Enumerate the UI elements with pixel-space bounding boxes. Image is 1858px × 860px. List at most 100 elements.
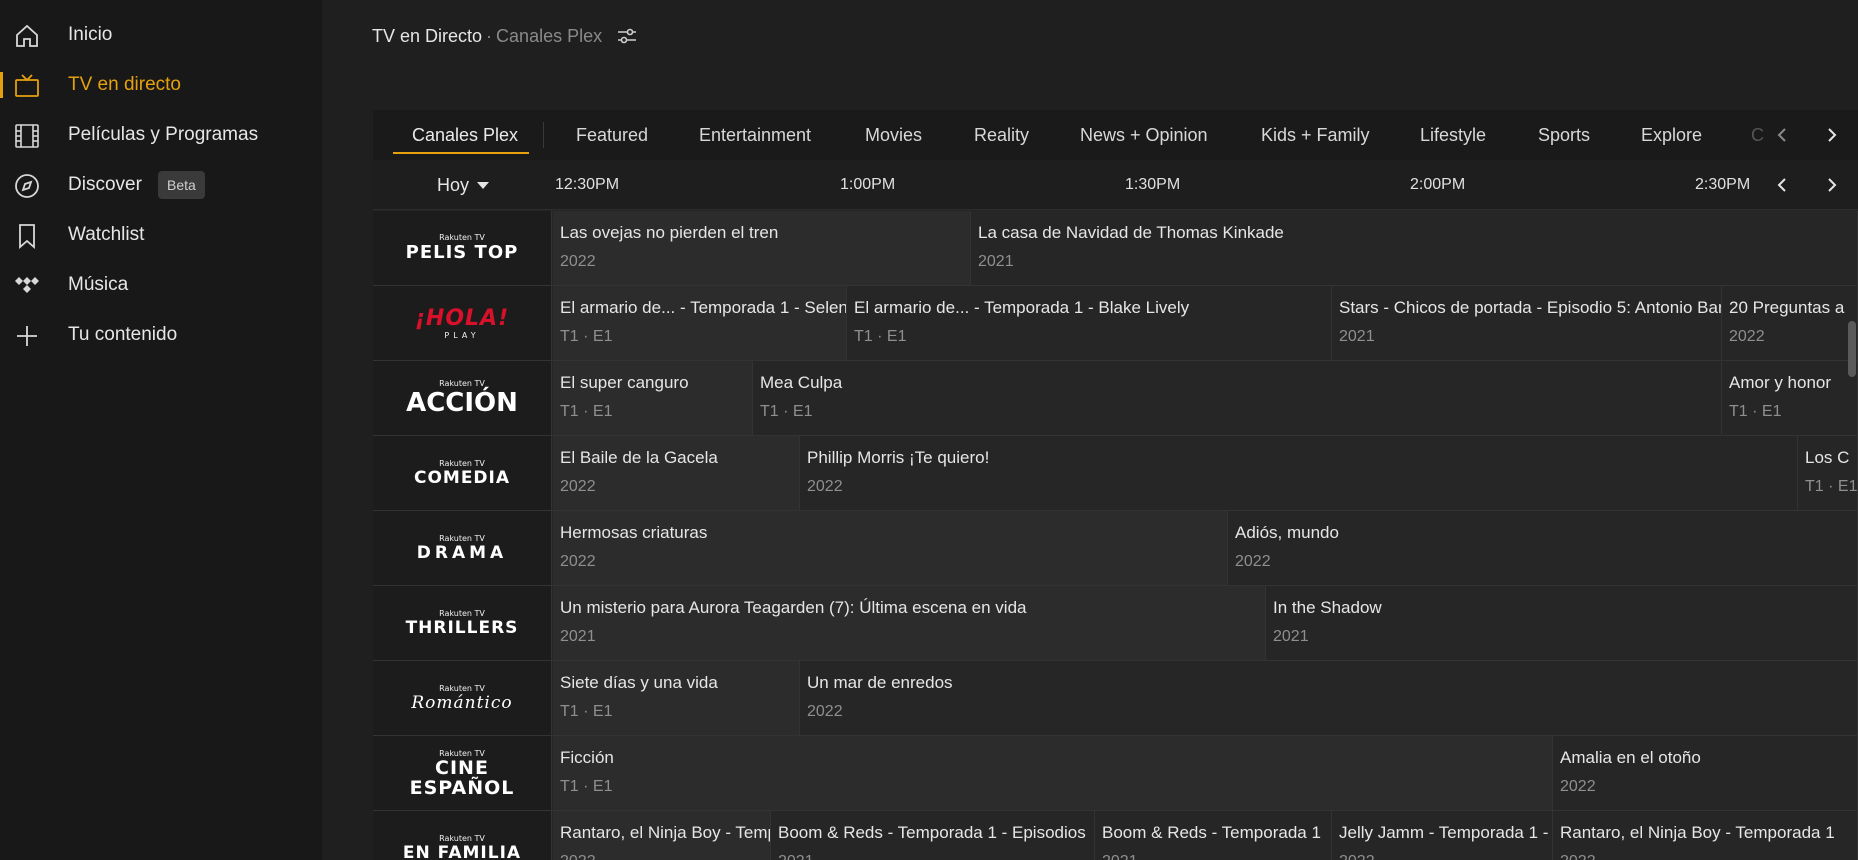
program-cell[interactable]: 20 Preguntas a 2022 [1722, 286, 1858, 360]
program-cell[interactable]: Ficción T1 · E1 [553, 736, 1553, 810]
program-cell[interactable]: El super canguro T1 · E1 [553, 361, 753, 435]
beta-badge: Beta [158, 171, 205, 199]
channel-logo[interactable]: Rakuten TV COMEDIA [373, 436, 552, 510]
program-cell[interactable]: In the Shadow 2021 [1266, 586, 1858, 660]
program-cell[interactable]: Mea Culpa T1 · E1 [753, 361, 1722, 435]
sidebar-item-tv-en-directo[interactable]: TV en directo [0, 60, 322, 110]
logo-brand: Rakuten TV [439, 378, 485, 388]
program-meta: 2022 [807, 703, 843, 720]
program-cell[interactable]: Rantaro, el Ninja Boy - Temporada 1 2022 [553, 811, 771, 860]
home-icon [13, 22, 41, 50]
channel-logo[interactable]: ¡HOLA! PLAY [373, 286, 552, 360]
program-meta: 2021 [778, 853, 814, 860]
logo-title: EN FAMILIA [402, 842, 522, 860]
program-title: Siete días y una vida [560, 673, 718, 692]
program-cell[interactable]: Stars - Chicos de portada - Episodio 5: … [1332, 286, 1722, 360]
program-meta: T1 · E1 [1729, 403, 1782, 420]
program-title: Boom & Reds - Temporada 1 [1102, 823, 1321, 842]
day-dropdown[interactable]: Hoy [437, 160, 490, 210]
channel-logo[interactable]: Rakuten TV THRILLERS [373, 586, 552, 660]
tab-sports[interactable]: Sports [1538, 110, 1590, 160]
program-cell[interactable]: Siete días y una vida T1 · E1 [553, 661, 800, 735]
sidebar-item-tu-contenido[interactable]: Tu contenido [0, 310, 322, 360]
tabs-prev-button[interactable] [1767, 120, 1797, 150]
filter-settings-icon[interactable] [616, 25, 638, 47]
day-label: Hoy [437, 174, 470, 195]
program-cell[interactable]: Boom & Reds - Temporada 1 2021 [1095, 811, 1332, 860]
time-slot: 12:30PM [555, 176, 620, 193]
program-meta: 2022 [1729, 328, 1765, 345]
logo-title: THRILLERS [405, 617, 519, 638]
sidebar-item-watchlist[interactable]: Watchlist [0, 210, 322, 260]
program-cell[interactable]: Phillip Morris ¡Te quiero! 2022 [800, 436, 1798, 510]
program-cell[interactable]: Las ovejas no pierden el tren 2022 [553, 211, 971, 285]
logo-title: CINE [435, 756, 489, 779]
program-meta: 2022 [560, 553, 596, 570]
tabs-next-button[interactable] [1817, 120, 1847, 150]
logo-brand: Rakuten TV [439, 683, 485, 693]
channel-row: Rakuten TV DRAMA Hermosas criaturas 2022… [373, 511, 1858, 586]
program-cell[interactable]: Amalia en el otoño 2022 [1553, 736, 1858, 810]
compass-icon [13, 172, 41, 200]
channel-logo[interactable]: Rakuten TV DRAMA [373, 511, 552, 585]
tab-reality[interactable]: Reality [974, 110, 1029, 160]
sidebar-item-label: TV en directo [68, 74, 181, 95]
program-cell[interactable]: La casa de Navidad de Thomas Kinkade 202… [971, 211, 1858, 285]
tab-lifestyle[interactable]: Lifestyle [1420, 110, 1486, 160]
sidebar-item-discover[interactable]: Discover Beta [0, 160, 322, 210]
tab-explore[interactable]: Explore [1641, 110, 1702, 160]
channel-logo[interactable]: Rakuten TV CINE ESPAÑOL [373, 736, 552, 810]
tab-partial[interactable]: C [1751, 110, 1764, 160]
tab-kids-family[interactable]: Kids + Family [1261, 110, 1370, 160]
tab-entertainment[interactable]: Entertainment [699, 110, 811, 160]
channel-logo[interactable]: Rakuten TV EN FAMILIA [373, 811, 552, 860]
program-cell[interactable]: El armario de... - Temporada 1 - Blake L… [847, 286, 1332, 360]
channel-logo[interactable]: Rakuten TV Romántico [373, 661, 552, 735]
program-title: Amor y honor [1729, 373, 1832, 392]
logo-brand: Rakuten TV [439, 233, 485, 242]
time-slot: 1:30PM [1125, 176, 1181, 193]
program-meta: 2021 [1102, 853, 1138, 860]
tab-movies[interactable]: Movies [865, 110, 922, 160]
channel-logo[interactable]: Rakuten TV ACCIÓN [373, 361, 552, 435]
page-header: TV en Directo · Canales Plex [372, 22, 638, 50]
program-meta: 2021 [560, 628, 596, 645]
sidebar-item-label: Música [68, 274, 129, 295]
tab-divider [543, 122, 544, 148]
tab-featured[interactable]: Featured [576, 110, 648, 160]
program-meta: T1 · E1 [854, 328, 907, 345]
sidebar-item-label: Inicio [68, 24, 113, 45]
program-cell[interactable]: Los C T1 · E1 [1798, 436, 1858, 510]
sidebar-item-peliculas-programas[interactable]: Películas y Programas [0, 110, 322, 160]
time-slot: 1:00PM [840, 176, 896, 193]
program-meta: 2022 [560, 478, 596, 495]
channel-row: Rakuten TV COMEDIA El Baile de la Gacela… [373, 436, 1858, 511]
time-next-button[interactable] [1817, 170, 1847, 200]
sidebar-item-inicio[interactable]: Inicio [0, 10, 322, 60]
time-slot: 2:30PM [1695, 176, 1751, 193]
channel-logo[interactable]: Rakuten TV PELIS TOP [373, 211, 552, 285]
program-title: Un mar de enredos [807, 673, 953, 692]
channel-row: Rakuten TV EN FAMILIA Rantaro, el Ninja … [373, 811, 1858, 860]
sidebar-item-musica[interactable]: Música [0, 260, 322, 310]
program-cell[interactable]: Un misterio para Aurora Teagarden (7): Ú… [553, 586, 1266, 660]
program-cell[interactable]: El Baile de la Gacela 2022 [553, 436, 800, 510]
program-title: Stars - Chicos de portada - Episodio 5: … [1339, 298, 1721, 317]
program-cell[interactable]: El armario de... - Temporada 1 - Selena … [553, 286, 847, 360]
tab-news-opinion[interactable]: News + Opinion [1080, 110, 1208, 160]
program-cell[interactable]: Hermosas criaturas 2022 [553, 511, 1228, 585]
program-cell[interactable]: Jelly Jamm - Temporada 1 - Rac 2022 [1332, 811, 1553, 860]
channel-row: Rakuten TV PELIS TOP Las ovejas no pierd… [373, 211, 1858, 286]
page-subtitle[interactable]: Canales Plex [496, 26, 602, 47]
time-prev-button[interactable] [1767, 170, 1797, 200]
logo-subtitle: ESPAÑOL [409, 776, 515, 799]
grid-scrollbar[interactable] [1848, 321, 1856, 377]
logo-brand: Rakuten TV [439, 833, 485, 843]
program-meta: 2022 [560, 853, 596, 860]
program-cell[interactable]: Boom & Reds - Temporada 1 - Episodios 20… [771, 811, 1095, 860]
program-cell[interactable]: Rantaro, el Ninja Boy - Temporada 1 2022 [1553, 811, 1858, 860]
program-cell[interactable]: Un mar de enredos 2022 [800, 661, 1858, 735]
program-cell[interactable]: Adiós, mundo 2022 [1228, 511, 1858, 585]
program-meta: 2022 [1560, 853, 1596, 860]
program-cell[interactable]: Amor y honor T1 · E1 [1722, 361, 1858, 435]
